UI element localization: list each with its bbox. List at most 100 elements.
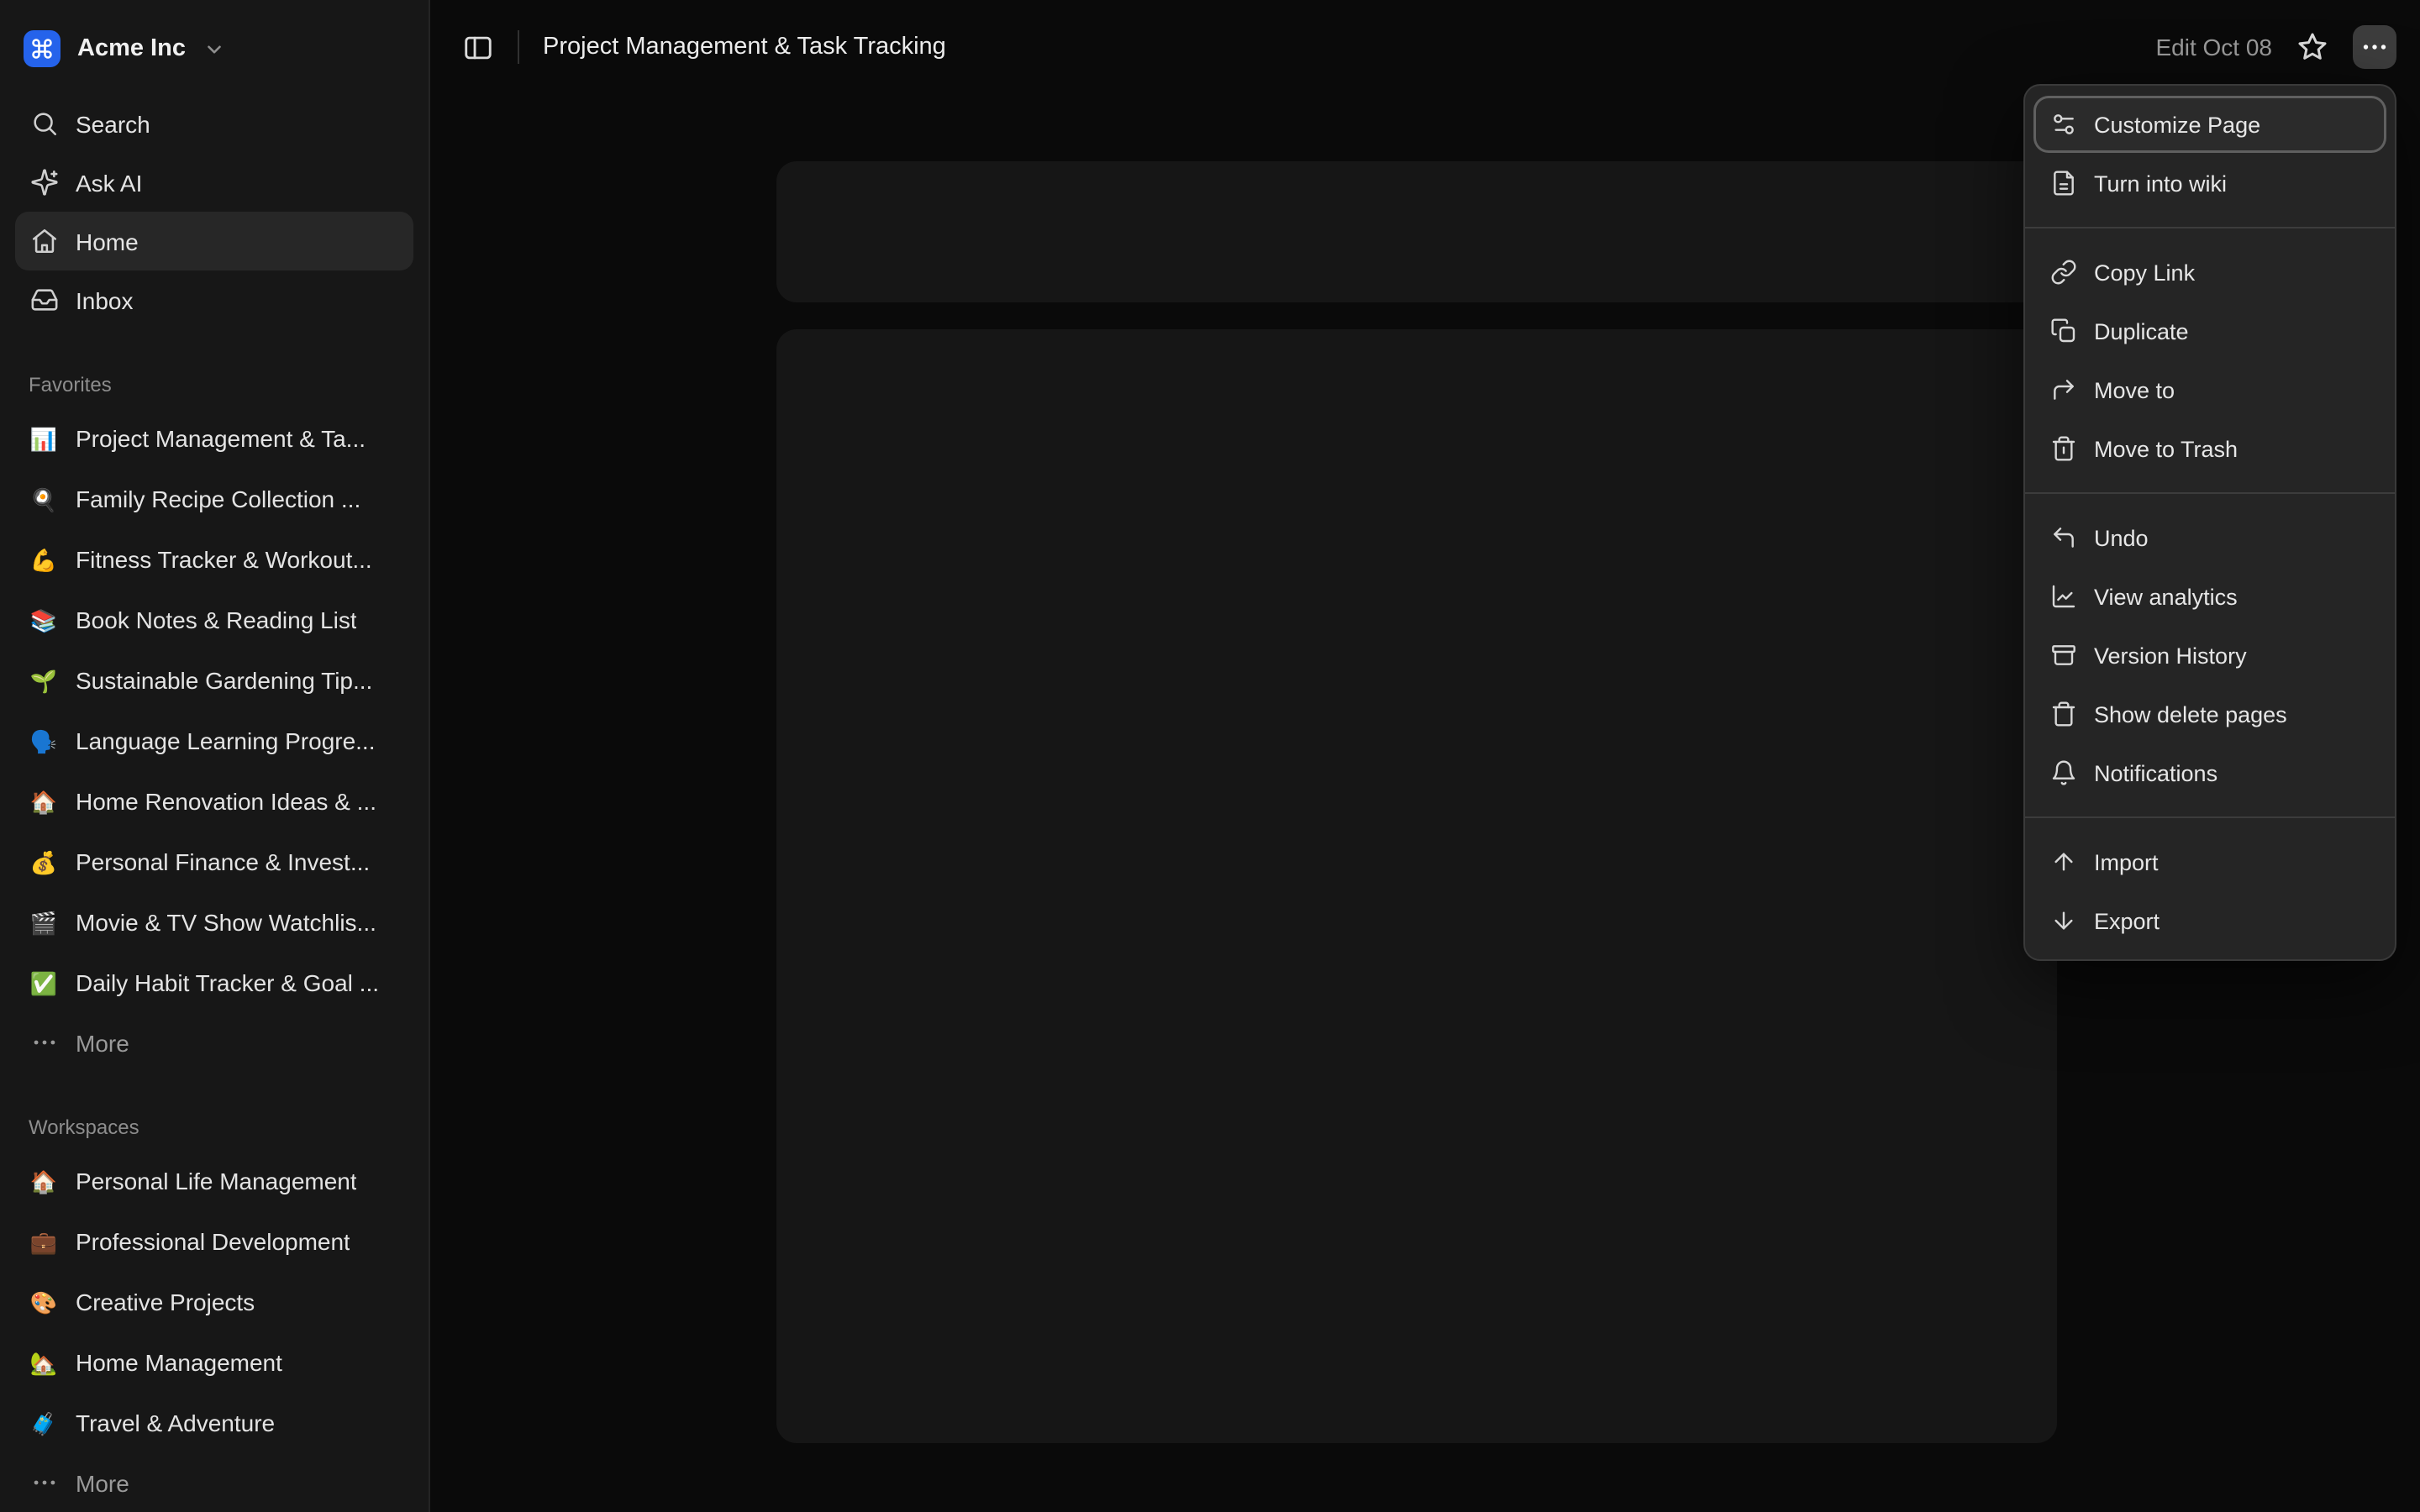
menu-item-label: Copy Link [2094,260,2195,285]
workspaces-more-label: More [76,1469,129,1496]
sidebar-toggle-button[interactable] [454,24,501,71]
star-icon [2296,30,2329,64]
sidebar-item-inbox[interactable]: Inbox [15,270,413,329]
menu-item-label: Customize Page [2094,112,2260,137]
menu-item-export[interactable]: Export [2033,892,2386,949]
menu-item-label: Turn into wiki [2094,171,2227,196]
sidebar-item-ask-ai[interactable]: Ask AI [15,153,413,212]
page-label: Language Learning Progre... [76,727,376,754]
sidebar-item-label: Home [76,228,139,255]
bell-icon [2049,759,2077,787]
favorite-page-fitness-tracker-workout[interactable]: 💪Fitness Tracker & Workout... [15,529,413,590]
page-emoji-icon: 💰 [29,847,59,877]
favorite-star-button[interactable] [2289,24,2336,71]
page-emoji-icon: ✅ [29,968,59,998]
app-root: Acme Inc SearchAsk AIHomeInbox Favorites… [0,0,2420,1512]
workspace-name: Acme Inc [77,35,186,62]
sidebar-item-search[interactable]: Search [15,94,413,153]
page-label: Family Recipe Collection ... [76,486,360,512]
menu-item-label: Duplicate [2094,318,2189,344]
page-emoji-icon: 🌱 [29,665,59,696]
workspaces-more-button[interactable]: More [15,1453,413,1512]
page-options-button[interactable] [2353,25,2396,69]
page-label: Sustainable Gardening Tip... [76,667,372,694]
menu-item-duplicate[interactable]: Duplicate [2033,302,2386,360]
page-emoji-icon: 🏠 [29,1166,59,1196]
header-divider [518,30,519,64]
page-emoji-icon: 🏠 [29,786,59,816]
ellipsis-icon [29,1467,59,1498]
page-label: Movie & TV Show Watchlis... [76,909,376,936]
page-label: Personal Life Management [76,1168,357,1194]
menu-item-version-history[interactable]: Version History [2033,627,2386,684]
favorite-page-family-recipe-collection[interactable]: 🍳 Family Recipe Collection ... [15,469,413,529]
workspaces-section: Workspaces 🏠Personal Life Management💼Pro… [0,1116,429,1512]
menu-item-show-delete-pages[interactable]: Show delete pages [2033,685,2386,743]
last-edited-label: Edit Oct 08 [2155,34,2272,60]
favorite-page-project-management-ta[interactable]: 📊Project Management & Ta... [15,408,413,469]
favorite-page-home-renovation-ideas[interactable]: 🏠 Home Renovation Ideas & ... [15,771,413,832]
menu-divider [2025,816,2395,818]
content-block-main [776,329,2057,1443]
page-emoji-icon: 🗣️ [29,726,59,756]
menu-item-customize-page[interactable]: Customize Page [2033,96,2386,153]
copy-icon [2049,317,2077,345]
ellipsis-icon [2360,32,2390,62]
sidebar-item-label: Search [76,110,150,137]
page-emoji-icon: 🧳 [29,1408,59,1438]
favorite-page-personal-finance-invest[interactable]: 💰Personal Finance & Invest... [15,832,413,892]
menu-item-label: Export [2094,908,2160,933]
favorite-page-daily-habit-tracker-goal[interactable]: ✅ Daily Habit Tracker & Goal ... [15,953,413,1013]
workspace-logo-command-icon [24,30,60,67]
workspace-page-professional-development[interactable]: 💼 Professional Development [15,1211,413,1272]
favorites-more-button[interactable]: More [15,1013,413,1072]
arrow-down-icon [2049,906,2077,935]
sidebar-item-home[interactable]: Home [15,212,413,270]
menu-item-view-analytics[interactable]: View analytics [2033,568,2386,625]
settings-sliders-icon [2049,110,2077,139]
sidebar-item-label: Ask AI [76,169,142,196]
page-label: Home Management [76,1349,282,1376]
menu-item-copy-link[interactable]: Copy Link [2033,244,2386,301]
workspace-switcher[interactable]: Acme Inc [0,17,429,81]
favorite-page-book-notes-reading-list[interactable]: 📚Book Notes & Reading List [15,590,413,650]
favorite-page-sustainable-gardening-tip[interactable]: 🌱 Sustainable Gardening Tip... [15,650,413,711]
workspace-page-home-management[interactable]: 🏡 Home Management [15,1332,413,1393]
sidebar-nav: Search Ask AI Home Inbox [0,81,429,329]
page-label: Daily Habit Tracker & Goal ... [76,969,379,996]
favorites-section: Favorites 📊Project Management & Ta...🍳Fa… [0,373,429,1072]
menu-item-turn-into-wiki[interactable]: Turn into wiki [2033,155,2386,212]
page-label: Creative Projects [76,1289,255,1315]
chevron-down-icon [204,38,226,60]
trash-2-icon [2049,434,2077,463]
workspace-page-travel-adventure[interactable]: 🧳Travel & Adventure [15,1393,413,1453]
menu-item-notifications[interactable]: Notifications [2033,744,2386,801]
inbox-icon [29,285,59,315]
workspace-page-creative-projects[interactable]: 🎨Creative Projects [15,1272,413,1332]
menu-item-undo[interactable]: Undo [2033,509,2386,566]
page-label: Fitness Tracker & Workout... [76,546,372,573]
archive-icon [2049,641,2077,669]
page-label: Book Notes & Reading List [76,606,357,633]
menu-item-move-to[interactable]: Move to [2033,361,2386,418]
ellipsis-icon [29,1027,59,1058]
page-emoji-icon: 🏡 [29,1347,59,1378]
workspaces-list: 🏠 Personal Life Management 💼 Professional D… [15,1151,413,1453]
menu-item-label: Show delete pages [2094,701,2287,727]
workspace-page-personal-life-management[interactable]: 🏠 Personal Life Management [15,1151,413,1211]
page-label: Home Renovation Ideas & ... [76,788,376,815]
page-emoji-icon: 🍳 [29,484,59,514]
menu-divider [2025,492,2395,494]
menu-item-label: Version History [2094,643,2247,668]
menu-item-move-to-trash[interactable]: Move to Trash [2033,420,2386,477]
page-label: Professional Development [76,1228,350,1255]
menu-item-import[interactable]: Import [2033,833,2386,890]
trash-icon [2049,700,2077,728]
menu-item-label: Move to Trash [2094,436,2238,461]
file-text-icon [2049,169,2077,197]
favorite-page-movie-tv-show-watchlis[interactable]: 🎬Movie & TV Show Watchlis... [15,892,413,953]
link-icon [2049,258,2077,286]
favorite-page-language-learning-progre[interactable]: 🗣️ Language Learning Progre... [15,711,413,771]
sidebar: Acme Inc SearchAsk AIHomeInbox Favorites… [0,0,430,1512]
page-emoji-icon: 💼 [29,1226,59,1257]
